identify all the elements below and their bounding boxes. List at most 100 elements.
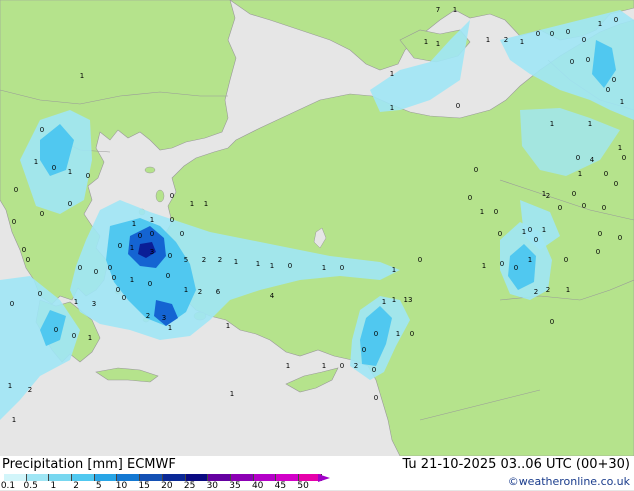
precip-value: 1 (578, 170, 582, 178)
scale-swatch (49, 474, 73, 481)
precip-value: 0 (614, 16, 618, 24)
precip-value: 1 (390, 70, 394, 78)
precip-value: 3 (150, 248, 154, 256)
precip-value: 1 (482, 262, 486, 270)
precip-value: 0 (170, 216, 174, 224)
precip-value: 0 (418, 256, 422, 264)
precip-value: 0 (150, 230, 154, 238)
precip-value: 0 (536, 30, 540, 38)
precip-value: 2 (504, 36, 508, 44)
precip-value: 1 (130, 244, 134, 252)
precip-value: 7 (436, 6, 440, 14)
precip-value: 1 (528, 256, 532, 264)
precip-value: 0 (372, 366, 376, 374)
precip-value: 2 (218, 256, 222, 264)
precip-value: 1 (80, 72, 84, 80)
scale-swatch (253, 474, 277, 481)
precip-value: 1 (286, 362, 290, 370)
precip-value: 3 (92, 300, 96, 308)
precip-value: 0 (116, 286, 120, 294)
precip-value: 1 (184, 286, 188, 294)
precip-value: 1 (204, 200, 208, 208)
precip-value: 1 (68, 168, 72, 176)
precip-value: 0 (566, 28, 570, 36)
precip-value: 0 (112, 274, 116, 282)
precip-value: 0 (40, 126, 44, 134)
precip-value: 4 (270, 292, 275, 300)
precip-value: 0 (52, 164, 56, 172)
precip-value: 0 (604, 170, 608, 178)
precip-value: 0 (586, 56, 590, 64)
precip-value: 0 (582, 36, 586, 44)
precip-value: 1 (542, 226, 546, 234)
precip-value: 0 (12, 218, 16, 226)
precip-value: 0 (180, 230, 184, 238)
scale-swatch (140, 474, 163, 481)
precip-value: 0 (14, 186, 18, 194)
precip-value: 0 (94, 268, 98, 276)
precip-value: 0 (550, 318, 554, 326)
precip-value: 0 (362, 346, 366, 354)
precip-value: 0 (456, 102, 460, 110)
map-canvas: 7 11 0111 11 2 10 0 000 00011 0010 1 000111000000 00… (0, 0, 634, 456)
precip-value: 2 (146, 312, 150, 320)
precip-value: 0 (598, 230, 602, 238)
precip-value: 1 (8, 382, 12, 390)
credit-link[interactable]: ©weatheronline.co.uk (508, 475, 630, 488)
precip-value: 0 (468, 194, 472, 202)
precip-value: 0 (138, 232, 142, 240)
precip-value: 1 (588, 120, 592, 128)
scale-swatch (94, 474, 118, 481)
precip-value: 1 (392, 266, 396, 274)
precip-value: 0 (618, 234, 622, 242)
precip-value: 2 (198, 288, 202, 296)
scale-swatch (162, 474, 186, 481)
precip-value: 0 (118, 242, 122, 250)
precip-value: 2 (534, 288, 538, 296)
precip-value: 2 (28, 386, 32, 394)
scale-swatch (208, 474, 231, 481)
precip-value: 1 (522, 228, 526, 236)
precip-value: 0 (168, 252, 172, 260)
precip-value: 0 (572, 190, 576, 198)
precip-value: 1 (453, 6, 457, 14)
precip-value: 0 (570, 58, 574, 66)
precip-value: 0 (40, 210, 44, 218)
precip-value: 0 (26, 256, 30, 264)
precip-value: 1 (226, 322, 230, 330)
precip-value: 0 (602, 204, 606, 212)
valid-time: Tu 21-10-2025 03..06 UTC (00+30) (402, 457, 630, 472)
precip-value: 0 (288, 262, 292, 270)
precip-value: 0 (564, 256, 568, 264)
scale-swatch (117, 474, 141, 481)
precip-value: 0 (550, 30, 554, 38)
precip-value: 0 (528, 226, 532, 234)
color-scale (4, 474, 322, 481)
precip-value: 1 (392, 296, 396, 304)
precip-value: 0 (494, 208, 498, 216)
precip-value: 0 (582, 202, 586, 210)
precip-value: 1 (550, 120, 554, 128)
precip-value: 0 (108, 264, 112, 272)
precip-value: 1 (436, 40, 440, 48)
precip-value: 1 (130, 276, 134, 284)
precip-value: 0 (576, 154, 580, 162)
precip-value: 1 (620, 98, 624, 106)
precip-value: 0 (170, 192, 174, 200)
precip-value: 0 (78, 264, 82, 272)
precip-value: 1 (88, 334, 92, 342)
precip-value: 1 (322, 264, 326, 272)
scale-swatch (72, 474, 95, 481)
precip-value: 1 (520, 38, 524, 46)
precip-value: 0 (374, 330, 378, 338)
precip-value: 0 (10, 300, 14, 308)
precip-value: 0 (340, 362, 344, 370)
precip-value: 1 (168, 324, 172, 332)
precip-value: 0 (606, 86, 610, 94)
precip-value: 1 (34, 158, 38, 166)
precip-value: 1 (618, 144, 622, 152)
precip-value: 0 (54, 326, 58, 334)
legend-title: Precipitation [mm] ECMWF (2, 457, 176, 472)
precip-value: 1 (390, 104, 394, 112)
precip-value: 1 (150, 216, 154, 224)
